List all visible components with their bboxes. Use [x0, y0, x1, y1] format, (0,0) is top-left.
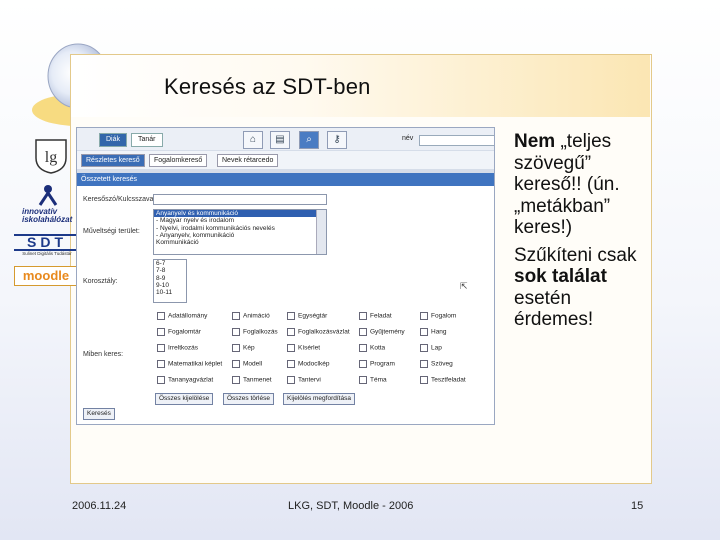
- checkbox-egysegtar[interactable]: Egységtár: [287, 312, 327, 320]
- checkbox-kep[interactable]: Kép: [232, 344, 255, 352]
- tab-name-search[interactable]: Nevek rétarcedo: [217, 154, 279, 167]
- list-item[interactable]: Anyanyelv és kommunikáció: [154, 210, 316, 218]
- checkbox-tesztfeladat[interactable]: Tesztfeladat: [420, 376, 466, 384]
- checkbox-adatallomany[interactable]: Adatállomány: [157, 312, 207, 320]
- search-form: Keresőszó/Kulcsszavak: Műveltségi terüle…: [77, 186, 494, 424]
- clear-all-button[interactable]: Összes törlése: [223, 393, 274, 405]
- document-icon[interactable]: ▤: [270, 131, 290, 149]
- tab-tanar[interactable]: Tanár: [131, 133, 163, 147]
- list-item[interactable]: 6-7: [154, 260, 186, 267]
- list-item[interactable]: Kommunikáció: [154, 239, 316, 246]
- checkbox-lap[interactable]: Lap: [420, 344, 442, 352]
- innovativ-logo: innovatív iskolahálózat: [22, 184, 74, 224]
- checkbox-fogalom[interactable]: Fogalom: [420, 312, 456, 320]
- search-label: név: [402, 135, 414, 142]
- checkbox-tananyagvazlat[interactable]: Tananyagvázlat: [157, 376, 213, 384]
- list-item[interactable]: 8-9: [154, 275, 186, 282]
- list-item[interactable]: 10-11: [154, 289, 186, 296]
- checkbox-irreltkozas[interactable]: Irreltkozás: [157, 344, 198, 352]
- select-all-button[interactable]: Összes kijelölése: [155, 393, 214, 405]
- field-label: Műveltségi terület:: [83, 228, 140, 235]
- page-number: 15: [631, 500, 644, 512]
- checkbox-gyujtemeny[interactable]: Gyűjtemény: [359, 328, 405, 336]
- list-item[interactable]: - Nyelvi, irodalmi kommunikációs nevelés: [154, 225, 316, 232]
- checkbox-kotta[interactable]: Kotta: [359, 344, 385, 352]
- sdt-logo-text: SDT: [14, 234, 80, 251]
- tab-diak[interactable]: Diák: [99, 133, 128, 147]
- checkbox-animacio[interactable]: Animáció: [232, 312, 270, 320]
- checkbox-hang[interactable]: Hang: [420, 328, 447, 336]
- checkbox-foglalkozasvazlat[interactable]: Foglalkozásvázlat: [287, 328, 350, 336]
- invert-selection-button[interactable]: Kijelölés megfordítása: [283, 393, 355, 405]
- checkbox-szoveg[interactable]: Szöveg: [420, 360, 453, 368]
- bullet-list: Nem „teljes szövegű” kereső!! (ún. „metá…: [514, 131, 650, 337]
- checkbox-tema[interactable]: Téma: [359, 376, 387, 384]
- checkbox-modoclkep[interactable]: Modoclkép: [287, 360, 329, 368]
- grade-listbox[interactable]: 6-7 7-8 8-9 9-10 10-11: [153, 259, 187, 303]
- checkbox-matematikai-keplet[interactable]: Matematikai képlet: [157, 360, 222, 368]
- checkbox-fogalomtar[interactable]: Fogalomtár: [157, 328, 201, 336]
- search-in-label: Miben keres:: [83, 351, 124, 358]
- bullet-1: Nem „teljes szövegű” kereső!! (ún. „metá…: [514, 131, 620, 238]
- tab-concept-search[interactable]: Fogalomkereső: [149, 154, 208, 167]
- checkbox-kiserlet[interactable]: Kísérlet: [287, 344, 320, 352]
- innovativ-figure-icon: [38, 185, 58, 206]
- innovativ-text: innovatív iskolahálózat: [22, 207, 73, 224]
- keyword-input[interactable]: [153, 194, 327, 205]
- slide-title: Keresés az SDT-ben: [164, 74, 371, 99]
- mouse-cursor-icon: ⇱: [460, 281, 468, 291]
- bullet-2: Szűkíteni csak sok találat esetén érdeme…: [514, 244, 637, 331]
- list-item[interactable]: - Anyanyelv, kommunikáció: [154, 232, 316, 239]
- list-item[interactable]: 9-10: [154, 282, 186, 289]
- checkbox-feladat[interactable]: Feladat: [359, 312, 392, 320]
- scrollbar[interactable]: [316, 210, 326, 254]
- list-item[interactable]: - Magyar nyelv és irodalom: [154, 217, 316, 224]
- section-header: Összetett keresés: [77, 173, 494, 186]
- sdt-logo: SDT Sulinet Digitális Tudástár: [14, 234, 80, 260]
- checkbox-tanmenet[interactable]: Tanmenet: [232, 376, 272, 384]
- subject-area-listbox[interactable]: Anyanyelv és kommunikáció - Magyar nyelv…: [153, 209, 327, 255]
- key-icon[interactable]: ⚷: [327, 131, 347, 149]
- keyword-label: Keresőszó/Kulcsszavak:: [83, 196, 159, 203]
- checkbox-foglalkozas[interactable]: Foglalkozás: [232, 328, 278, 336]
- search-subtabs: Részletes kereső Fogalomkereső Nevek rét…: [77, 151, 494, 169]
- lkg-logo-icon: lg: [35, 139, 67, 174]
- home-icon[interactable]: ⌂: [243, 131, 263, 149]
- sdt-logo-subtitle: Sulinet Digitális Tudástár: [22, 251, 72, 256]
- checkbox-modell[interactable]: Modell: [232, 360, 262, 368]
- footer-center: LKG, SDT, Moodle - 2006: [288, 500, 414, 512]
- portal-tabs-bar: Diák Tanár ⌂ ▤ ⌕ ⚷ név: [77, 128, 494, 150]
- footer-date: 2006.11.24: [72, 500, 127, 512]
- search-icon[interactable]: ⌕: [299, 131, 319, 149]
- moodle-logo: moodle: [14, 266, 78, 286]
- svg-text:lg: lg: [45, 149, 57, 166]
- search-button[interactable]: Keresés: [83, 408, 115, 420]
- checkbox-tantervi[interactable]: Tantervi: [287, 376, 321, 384]
- checkbox-program[interactable]: Program: [359, 360, 395, 368]
- grade-label: Korosztály:: [83, 278, 118, 285]
- list-item[interactable]: 7-8: [154, 267, 186, 274]
- tab-detailed-search[interactable]: Részletes kereső: [81, 154, 145, 167]
- sdt-search-screenshot: Diák Tanár ⌂ ▤ ⌕ ⚷ név Részletes kereső …: [76, 127, 495, 425]
- quick-search-input[interactable]: [419, 135, 494, 146]
